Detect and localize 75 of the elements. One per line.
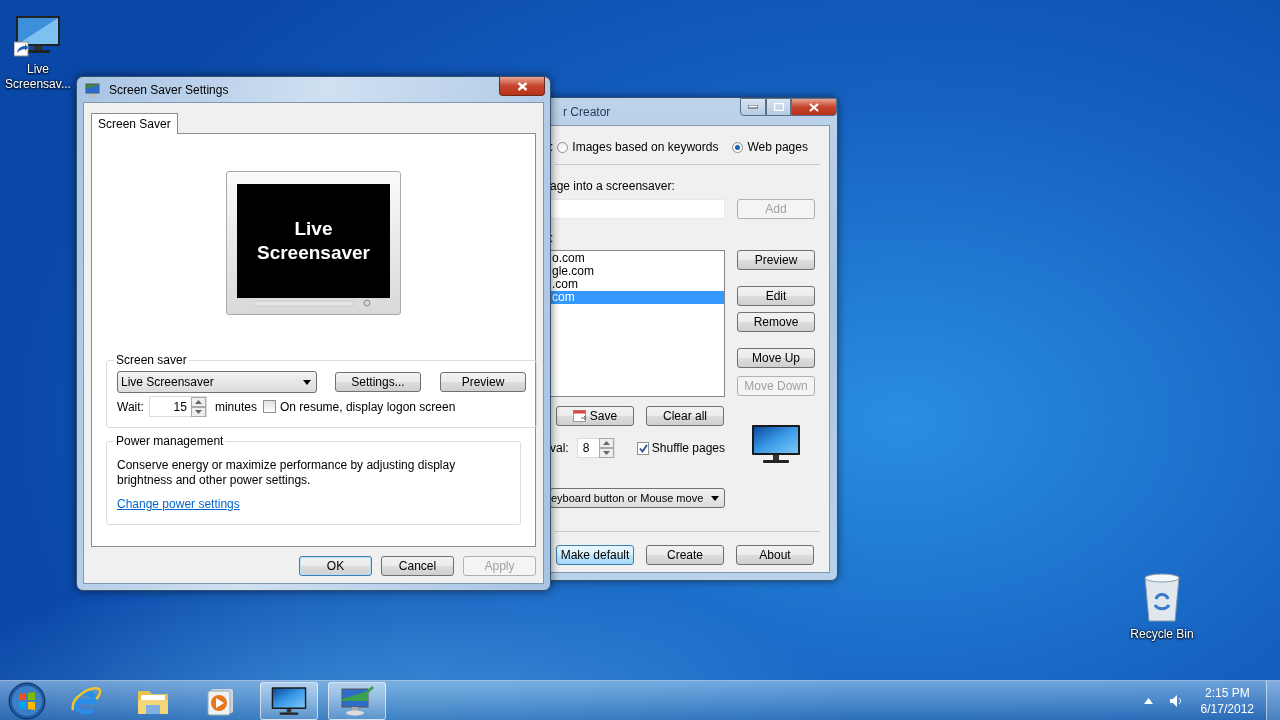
calendar-icon (572, 409, 587, 423)
change-power-settings-link[interactable]: Change power settings (117, 497, 240, 511)
dropdown-caret-icon (711, 495, 719, 501)
field-label: val: (550, 441, 569, 455)
checkbox[interactable] (262, 400, 276, 413)
footer-button[interactable]: Make default (556, 545, 634, 565)
monitor-icon (271, 685, 307, 716)
field-label: : (550, 140, 554, 154)
group-title: Power management (115, 434, 225, 448)
taskbar-button[interactable] (260, 681, 318, 720)
list-item[interactable]: o.com (551, 252, 724, 265)
wait-spinbox[interactable]: 15 (148, 396, 207, 417)
footer-button[interactable]: About (736, 545, 814, 565)
exit-mode-dropdown[interactable]: eyboard button or Mouse move (550, 488, 725, 508)
checkbox-label: On resume, display logon screen (279, 399, 456, 414)
list-item[interactable]: gle.com (551, 265, 724, 278)
desktop-icon-label[interactable]: Live Screensav... (0, 62, 76, 92)
close-icon (516, 81, 528, 91)
dialog-button[interactable]: OK (299, 556, 372, 576)
maximize-button[interactable] (766, 98, 791, 116)
page-list[interactable]: o.com gle.com .com com (550, 250, 725, 397)
close-icon (809, 102, 819, 112)
show-hidden-icons-icon[interactable] (1143, 697, 1153, 704)
radio-label: Web pages (747, 140, 808, 154)
spinbox-value: 15 (173, 399, 187, 414)
clock-date[interactable]: 6/17/2012 (1200, 700, 1254, 717)
interval-spinbox[interactable]: 8 (576, 438, 616, 458)
monitor-icon (751, 424, 801, 464)
spin-arrows-icon[interactable] (599, 438, 615, 458)
footer-button[interactable]: Create (646, 545, 724, 565)
tab[interactable]: Screen Saver (91, 113, 178, 134)
clear-all-button[interactable]: Clear all (646, 406, 724, 426)
side-button[interactable]: Move Up (737, 348, 815, 368)
window-title: r Creator (563, 104, 611, 119)
preview-screen-text: Live Screensaver (237, 184, 390, 298)
checkbox[interactable] (637, 441, 649, 455)
monitor-shortcut-icon[interactable] (14, 14, 62, 58)
dialog-button[interactable]: Cancel (381, 556, 454, 576)
side-button[interactable]: Edit (737, 286, 815, 306)
desktop-icon-label[interactable]: Recycle Bin (1124, 627, 1200, 642)
window-title: Screen Saver Settings (109, 82, 229, 97)
speaker-icon[interactable] (1168, 693, 1183, 708)
list-item[interactable]: .com (551, 278, 724, 291)
field-label: age into a screensaver: (550, 179, 676, 193)
checkbox-label: Shuffle pages (651, 441, 725, 455)
display-settings-icon (85, 81, 101, 98)
radio-button[interactable] (732, 141, 744, 153)
show-desktop-button[interactable] (1266, 680, 1280, 720)
group-button[interactable]: Preview (440, 372, 526, 392)
spin-arrows-icon[interactable] (190, 396, 206, 417)
screen-saver-dropdown[interactable]: Live Screensaver (117, 371, 317, 393)
radio-button[interactable] (557, 141, 569, 153)
field-label: : (550, 231, 555, 245)
group-title: Screen saver (115, 353, 188, 367)
close-button[interactable] (499, 77, 545, 96)
side-button[interactable]: Remove (737, 312, 815, 332)
start-button[interactable] (8, 681, 46, 720)
unit-label: minutes (214, 399, 257, 414)
save-button[interactable]: Save (556, 406, 634, 426)
description-text: Conserve energy or maximize performance by adjusting display brightness and other power settings. (117, 458, 457, 488)
recycle-bin-icon[interactable] (1142, 573, 1182, 623)
spinbox-value: 8 (582, 441, 590, 455)
group-button[interactable]: Settings... (335, 372, 421, 392)
maximize-icon (773, 103, 784, 111)
display-settings-icon (340, 684, 374, 717)
url-input-field[interactable] (550, 199, 725, 219)
radio-label: Images based on keywords (572, 140, 719, 154)
close-button[interactable] (791, 98, 837, 116)
monitor-button-icon (253, 298, 374, 308)
field-label: Wait: (117, 399, 144, 414)
minimize-button[interactable] (740, 98, 766, 116)
minimize-icon (748, 105, 758, 109)
checkmark-icon (638, 443, 648, 453)
side-button[interactable]: Preview (737, 250, 815, 270)
dropdown-caret-icon (303, 379, 311, 385)
